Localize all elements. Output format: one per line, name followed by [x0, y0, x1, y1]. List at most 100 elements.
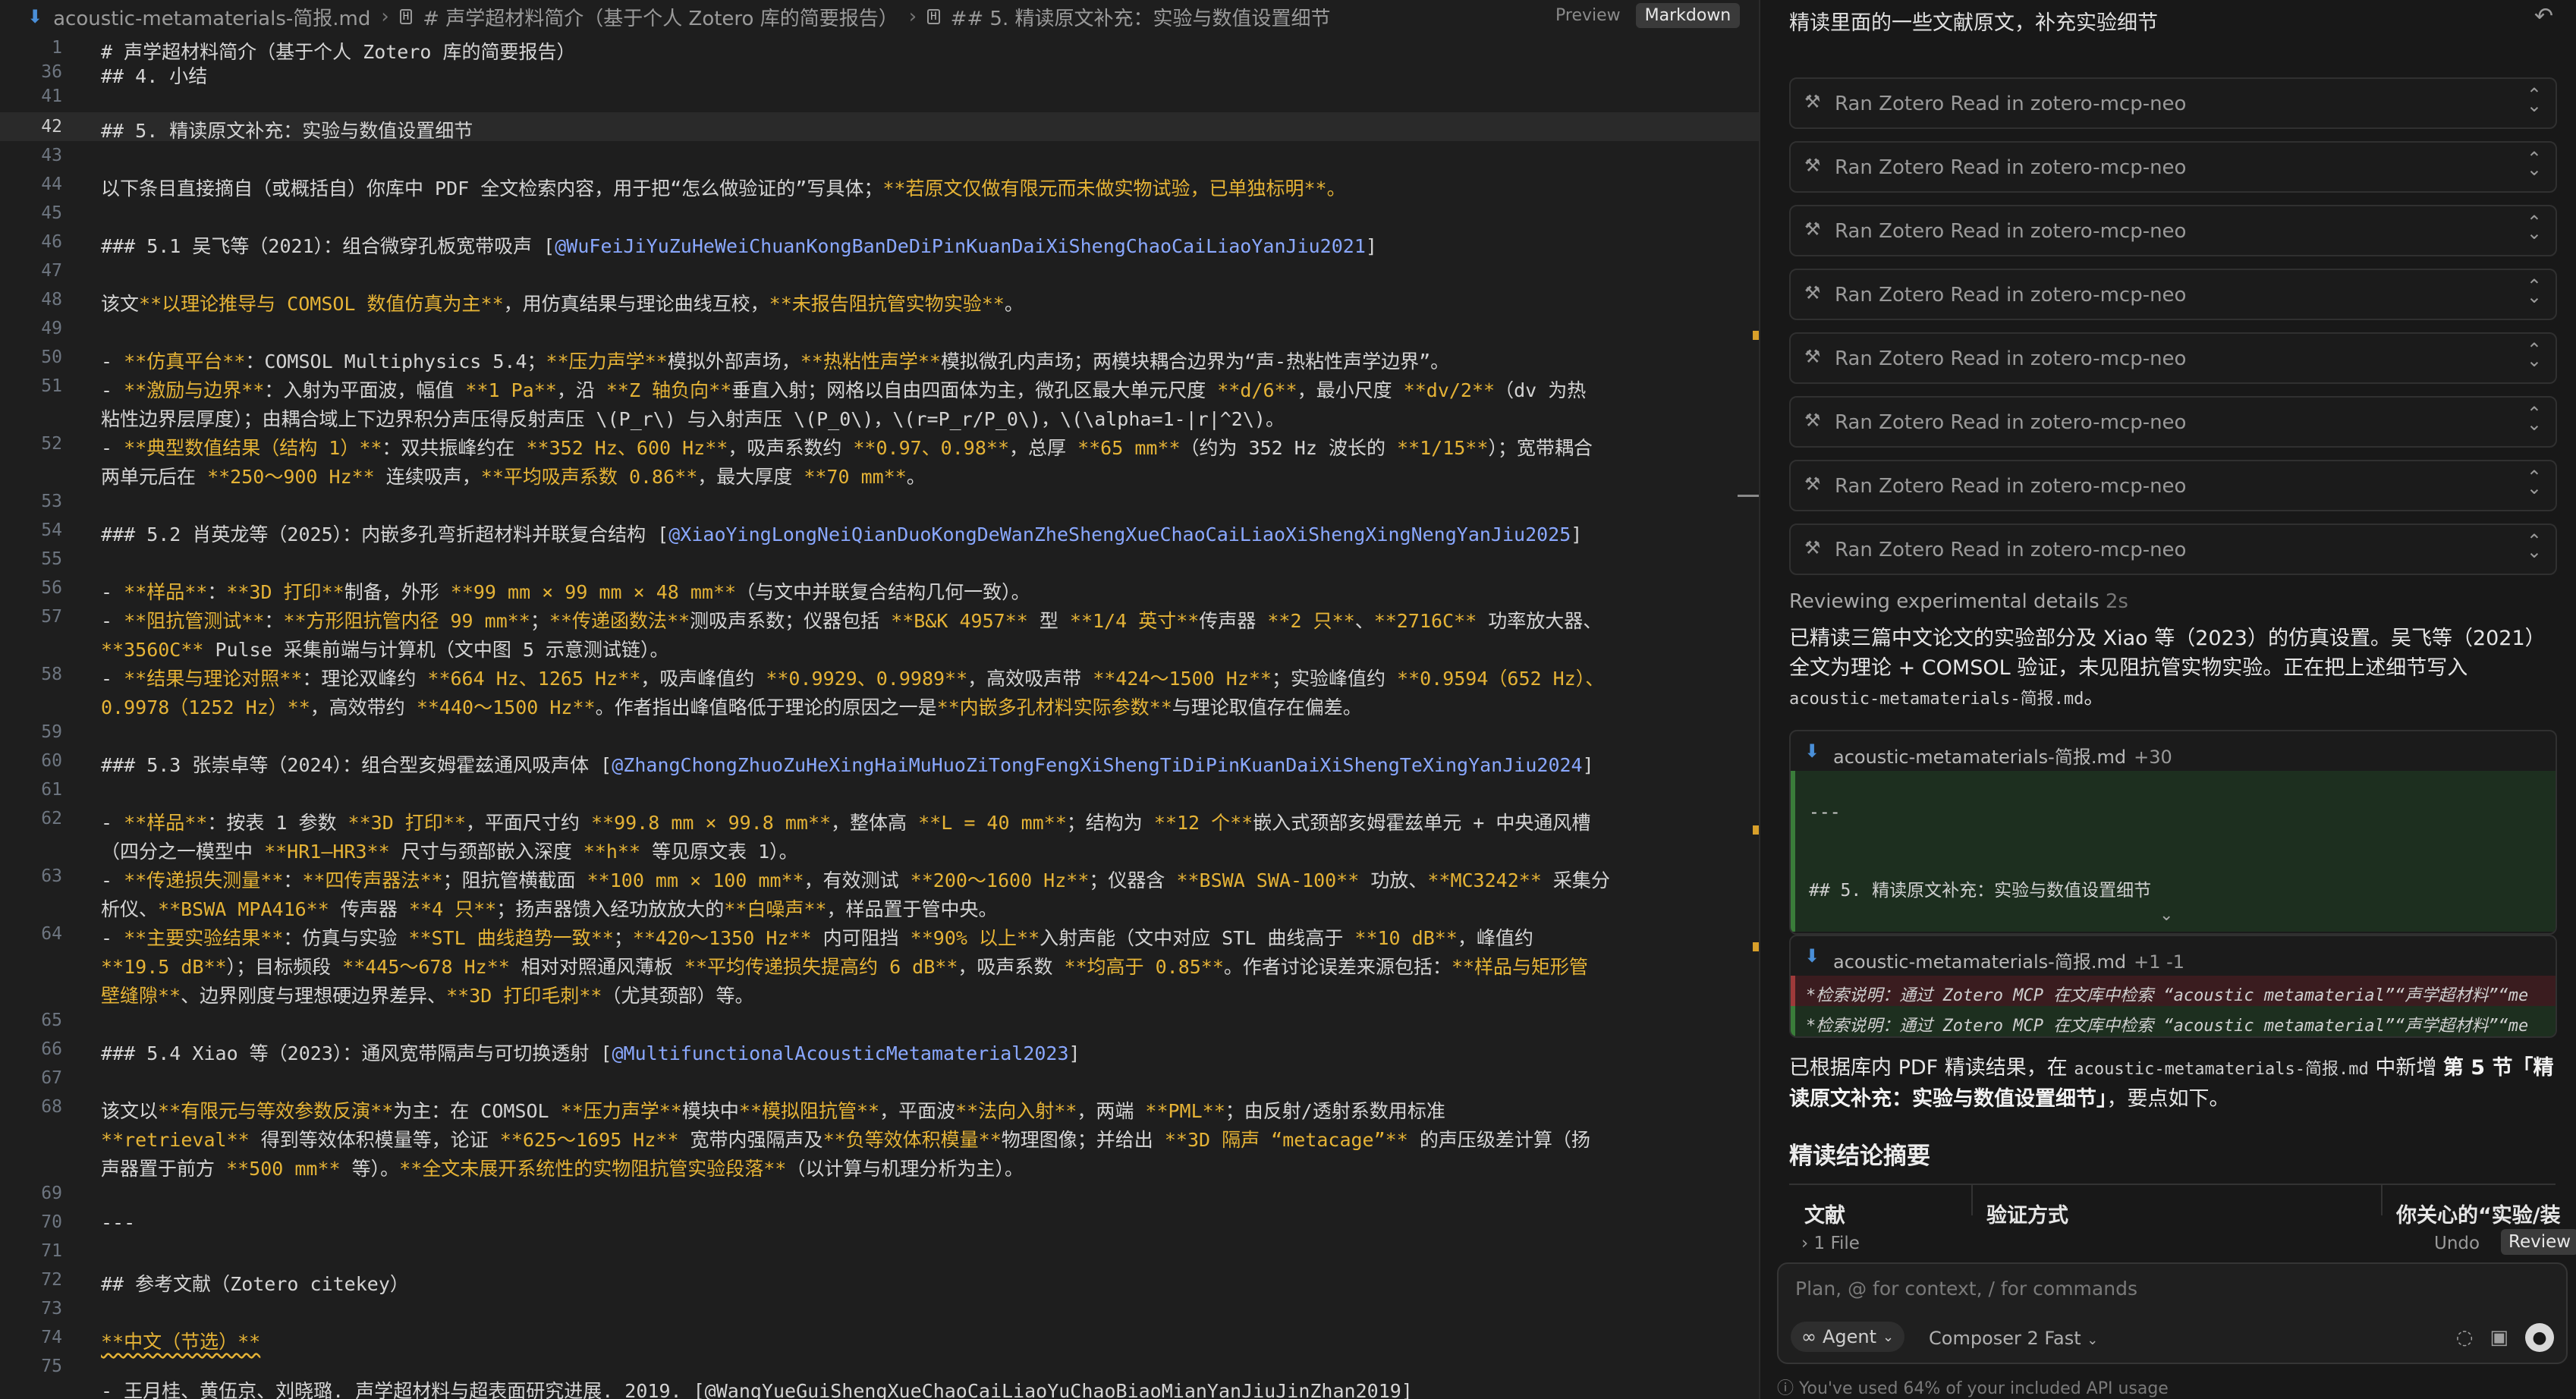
- expand-chevron-icon[interactable]: ⌃ ⌄: [2527, 341, 2542, 369]
- diff-line: ## 5. 精读原文补充：实验与数值设置细节: [1809, 881, 2152, 901]
- expand-chevron-icon[interactable]: ⌃ ⌄: [2527, 213, 2542, 242]
- chat-input[interactable]: Plan, @ for context, / for commands: [1795, 1278, 2137, 1300]
- citekey-link[interactable]: @XiaoYingLongNeiQianDuoKongDeWanZheSheng…: [668, 523, 1571, 545]
- line-number: 69: [41, 1184, 62, 1203]
- microphone-icon[interactable]: ●: [2525, 1323, 2554, 1352]
- code-line: 64 - **主要实验结果**：仿真与实验 **STL 曲线趋势一致**；**42…: [0, 920, 1759, 949]
- line-text: 粘性边界层厚度）；由耦合域上下边界积分声压得反射声压 \(P_r\) 与入射声压…: [101, 408, 1285, 430]
- expand-chevron-icon[interactable]: ⌃ ⌄: [2527, 532, 2542, 561]
- line-text: - **样品**：按表 1 参数 **3D 打印**，平面尺寸约 **99.8 …: [101, 812, 1591, 834]
- scrollbar-marker: [1753, 942, 1759, 951]
- thinking-status[interactable]: Reviewing experimental details 2s: [1789, 590, 2128, 613]
- line-number: 54: [41, 520, 62, 540]
- tool-call-label: Ran Zotero Read in zotero-mcp-neo: [1835, 475, 2187, 498]
- breadcrumb-section-1[interactable]: # 声学超材料简介（基于个人 Zotero 库的简要报告）: [423, 3, 898, 31]
- model-label: Composer 2 Fast: [1929, 1328, 2081, 1349]
- tool-call-row[interactable]: ⚒ Ran Zotero Read in zotero-mcp-neo ⌃ ⌄: [1789, 141, 2557, 193]
- summary-heading: 精读结论摘要: [1789, 1143, 1930, 1170]
- markdown-file-icon: ⬇: [27, 6, 43, 27]
- tool-call-label: Ran Zotero Read in zotero-mcp-neo: [1835, 347, 2187, 370]
- diff-file-name: acoustic-metamaterials-简报.md: [1833, 747, 2127, 768]
- scrollbar-thumb[interactable]: [1738, 495, 1759, 497]
- chat-input-box[interactable]: Plan, @ for context, / for commands ∞ Ag…: [1777, 1262, 2568, 1364]
- line-number: 1: [52, 38, 62, 58]
- citekey-link[interactable]: @MultifunctionalAcousticMetamaterial2023: [612, 1042, 1068, 1064]
- line-text: - 王月桂、黄伍京、刘晓璐. 声学超材料与超表面研究进展. 2019. [@Wa…: [101, 1380, 1413, 1399]
- tool-call-row[interactable]: ⚒ Ran Zotero Read in zotero-mcp-neo ⌃ ⌄: [1789, 332, 2557, 384]
- infinity-icon: ∞: [1801, 1326, 1816, 1347]
- citekey-link[interactable]: @WuFeiJiYuZuHeWeiChuanKongBanDeDiPinKuan…: [555, 235, 1366, 257]
- assistant-message: 已精读三篇中文论文的实验部分及 Xiao 等（2023）的仿真设置。吴飞等（20…: [1789, 627, 2546, 709]
- line-number: 42: [41, 117, 62, 137]
- breadcrumb-section-2[interactable]: ## 5. 精读原文补充：实验与数值设置细节: [951, 3, 1331, 31]
- expand-chevron-icon[interactable]: ⌃ ⌄: [2527, 86, 2542, 115]
- table-header-cell: 验证方式: [1986, 1204, 2068, 1228]
- line-text: **中文（节选）**: [101, 1331, 261, 1353]
- line-number: 43: [41, 146, 62, 165]
- line-text: ### 5.4 Xiao 等（2023）：通风宽带隔声与可切换透射 [@Mult…: [101, 1042, 1080, 1064]
- chat-panel: 精读里面的一些文献原文，补充实验细节 ↶ ⚒ Ran Zotero Read i…: [1759, 0, 2576, 1399]
- breadcrumb-file[interactable]: acoustic-metamaterials-简报.md: [53, 3, 370, 31]
- code-line: 71: [0, 1237, 1759, 1265]
- expand-chevron-icon[interactable]: ⌃ ⌄: [2527, 468, 2542, 497]
- line-number: 67: [41, 1068, 62, 1088]
- code-line: 43: [0, 141, 1759, 170]
- code-area[interactable]: 1 # 声学超材料简介（基于个人 Zotero 库的简要报告） 36 ## 4. 小…: [0, 33, 1759, 1399]
- line-number: 49: [41, 319, 62, 338]
- expand-chevron-icon[interactable]: ⌃ ⌄: [2527, 149, 2542, 178]
- line-text: ### 5.1 吴飞等（2021）：组合微穿孔板宽带吸声 [@WuFeiJiYu…: [101, 235, 1377, 257]
- undo-arrow-icon[interactable]: ↶: [2534, 3, 2553, 30]
- line-number: 74: [41, 1328, 62, 1347]
- code-line-wrap: 粘性边界层厚度）；由耦合域上下边界积分声压得反射声压 \(P_r\) 与入射声压…: [0, 401, 1759, 430]
- review-button[interactable]: Review: [2501, 1229, 2576, 1255]
- code-line: 48 该文**以理论推导与 COMSOL 数值仿真为主**，用仿真结果与理论曲线互…: [0, 285, 1759, 315]
- diff-card[interactable]: ⬇ acoustic-metamaterials-简报.md +30 --- ##…: [1789, 730, 2557, 935]
- scrollbar-marker: [1753, 331, 1759, 340]
- diff-added-line: *检索说明：通过 Zotero MCP 在文库中检索 “acoustic met…: [1791, 1006, 2556, 1036]
- line-number: 44: [41, 174, 62, 194]
- line-number: 36: [41, 62, 62, 82]
- input-actions: ◌ ▣ ●: [2456, 1323, 2554, 1352]
- diff-card[interactable]: ⬇ acoustic-metamaterials-简报.md +1 -1 *检索说…: [1789, 935, 2557, 1038]
- markdown-tab[interactable]: Markdown: [1635, 3, 1741, 28]
- line-text: ### 5.2 肖英龙等（2025）：内嵌多孔弯折超材料并联复合结构 [@Xia…: [101, 523, 1583, 545]
- citekey-link[interactable]: @ZhangChongZhuoZuHeXingHaiMuHuoZiTongFen…: [612, 754, 1582, 776]
- tool-call-row[interactable]: ⚒ Ran Zotero Read in zotero-mcp-neo ⌃ ⌄: [1789, 77, 2557, 129]
- line-text: ### 5.3 张崇卓等（2024）：组合型亥姆霍兹通风吸声体 [@ZhangC…: [101, 754, 1594, 776]
- code-line: 60 ### 5.3 张崇卓等（2024）：组合型亥姆霍兹通风吸声体 [@Zhan…: [0, 747, 1759, 776]
- files-toggle[interactable]: › 1 File: [1801, 1234, 1860, 1253]
- diff-header[interactable]: ⬇ acoustic-metamaterials-简报.md +30: [1791, 731, 2556, 771]
- model-selector[interactable]: Composer 2 Fast ⌄: [1929, 1328, 2098, 1349]
- line-text: 析仪、**BSWA MPA416** 传声器 **4 只**；扬声器馈入经功放放…: [101, 898, 998, 920]
- usage-text: You've used 64% of your included API usa…: [1799, 1379, 2169, 1398]
- code-line: 54 ### 5.2 肖英龙等（2025）：内嵌多孔弯折超材料并联复合结构 [@X…: [0, 516, 1759, 545]
- code-line: 61: [0, 775, 1759, 804]
- thinking-duration: 2s: [2105, 590, 2128, 613]
- diff-header[interactable]: ⬇ acoustic-metamaterials-简报.md +1 -1: [1791, 936, 2556, 976]
- diff-file-name: acoustic-metamaterials-简报.md: [1833, 951, 2127, 973]
- line-number: 60: [41, 751, 62, 771]
- code-line-wrap: 壁缝隙**、边界刚度与理想硬边界差异、**3D 打印毛刺**（尤其颈部）等。: [0, 977, 1759, 1007]
- code-line: 51 - **激励与边界**：入射为平面波，幅值 **1 Pa**，沿 **Z 轴…: [0, 372, 1759, 401]
- tool-call-row[interactable]: ⚒ Ran Zotero Read in zotero-mcp-neo ⌃ ⌄: [1789, 269, 2557, 320]
- preview-tab[interactable]: Preview: [1546, 3, 1630, 28]
- expand-chevron-icon[interactable]: ⌃ ⌄: [2527, 277, 2542, 306]
- tool-call-row[interactable]: ⚒ Ran Zotero Read in zotero-mcp-neo ⌃ ⌄: [1789, 460, 2557, 511]
- chevron-right-icon: ›: [908, 5, 917, 28]
- tool-call-row[interactable]: ⚒ Ran Zotero Read in zotero-mcp-neo ⌃ ⌄: [1789, 396, 2557, 448]
- line-number: 52: [41, 434, 62, 454]
- expand-chevron-icon[interactable]: ⌄: [2159, 906, 2173, 925]
- line-text: ## 参考文献（Zotero citekey）: [101, 1273, 409, 1295]
- image-icon[interactable]: ▣: [2490, 1326, 2508, 1349]
- undo-button[interactable]: Undo: [2434, 1234, 2480, 1253]
- expand-chevron-icon[interactable]: ⌃ ⌄: [2527, 404, 2542, 433]
- line-text: ---: [101, 1212, 136, 1234]
- chevron-down-icon: ⌄: [2087, 1332, 2099, 1348]
- line-text: ## 5. 精读原文补充：实验与数值设置细节: [101, 120, 473, 142]
- code-line: 46 ### 5.1 吴飞等（2021）：组合微穿孔板宽带吸声 [@WuFeiJi…: [0, 228, 1759, 257]
- tool-call-row[interactable]: ⚒ Ran Zotero Read in zotero-mcp-neo ⌃ ⌄: [1789, 523, 2557, 575]
- tool-call-row[interactable]: ⚒ Ran Zotero Read in zotero-mcp-neo ⌃ ⌄: [1789, 205, 2557, 256]
- tool-call-label: Ran Zotero Read in zotero-mcp-neo: [1835, 220, 2187, 243]
- line-number: 62: [41, 809, 62, 828]
- agent-mode-selector[interactable]: ∞ Agent ⌄: [1791, 1322, 1905, 1352]
